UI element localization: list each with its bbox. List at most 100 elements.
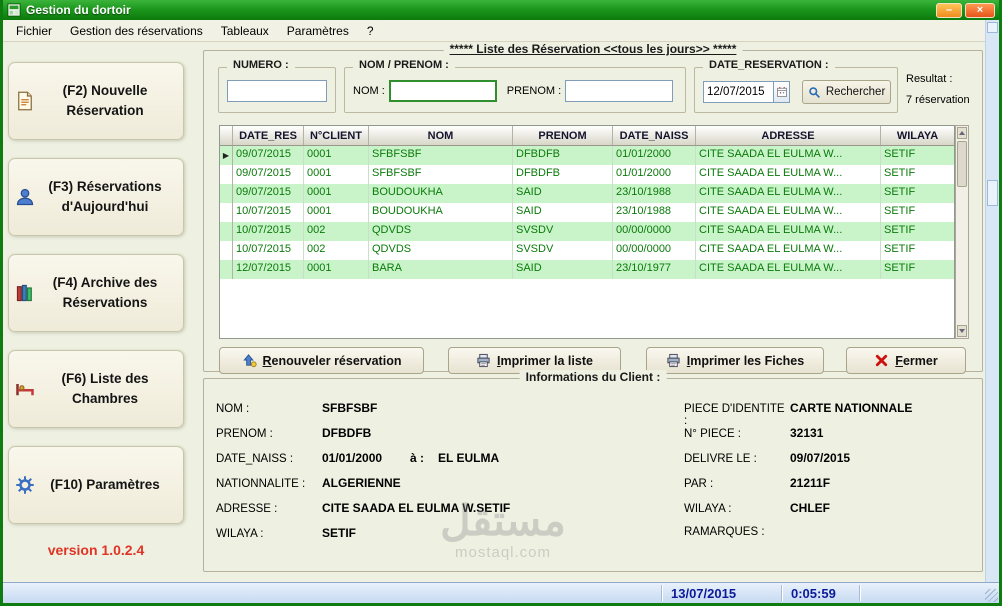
table-cell: SETIF bbox=[884, 205, 916, 217]
menu-item-fichier[interactable]: Fichier bbox=[7, 21, 61, 41]
table-row[interactable]: 10/07/2015 002 QDVDS SVSDV 00/00/0000 CITE SA… bbox=[220, 241, 954, 260]
table-cell: 00/00/0000 bbox=[613, 222, 696, 241]
sidebar-buttons: (F2) Nouvelle Réservation (F3) Réservatio… bbox=[8, 62, 184, 524]
table-cell: SVSDV bbox=[513, 241, 613, 260]
column-header-wilaya[interactable]: WILAYA bbox=[881, 126, 954, 145]
column-header-prenom[interactable]: PRENOM bbox=[513, 126, 613, 145]
date-input[interactable] bbox=[703, 81, 773, 103]
numero-input[interactable] bbox=[227, 80, 327, 102]
form-scrollbar-thumb[interactable] bbox=[987, 180, 998, 206]
table-cell: QDVDS bbox=[369, 222, 513, 241]
f2-nouvelle-reservation-button[interactable]: (F2) Nouvelle Réservation bbox=[8, 62, 184, 140]
table-row[interactable]: 09/07/2015 0001 BOUDOUKHA SAID 23/10/1988 CIT… bbox=[220, 184, 954, 203]
f6-liste-chambres-button[interactable]: (F6) Liste des Chambres bbox=[8, 350, 184, 428]
scrollbar-thumb[interactable] bbox=[957, 141, 967, 187]
table-row[interactable]: 10/07/2015 0001 BOUDOUKHA SAID 23/10/1988 CIT… bbox=[220, 203, 954, 222]
table-header-gutter bbox=[220, 126, 233, 145]
f3-reservations-aujourdhui-button[interactable]: (F3) Réservations d'Aujourd'hui bbox=[8, 158, 184, 236]
client-info-group: Informations du Client : NOM : SFBFSBF PRE… bbox=[203, 370, 983, 572]
table-row[interactable]: 10/07/2015 002 QDVDS SVSDV 00/00/0000 CITE SA… bbox=[220, 222, 954, 241]
table-cell: SETIF bbox=[884, 167, 916, 179]
table-cell: 01/01/2000 bbox=[613, 146, 696, 165]
table-cell: 0001 bbox=[304, 203, 369, 222]
table-cell: CITE SAADA EL EULMA W... bbox=[696, 146, 881, 165]
scroll-up-arrow-icon[interactable] bbox=[957, 127, 967, 139]
fermer-button[interactable]: Fermer bbox=[846, 347, 966, 374]
action-button-label: Imprimer les Fiches bbox=[686, 353, 805, 368]
row-indicator: ▶ bbox=[220, 146, 233, 165]
client-info-row: PIECE D'IDENTITE : CARTE NATIONNALE bbox=[684, 401, 976, 427]
table-row[interactable]: ▶ 09/07/2015 0001 SFBFSBF DFBDFB 01/01/2000 CI… bbox=[220, 146, 954, 165]
client-info-row: NATIONNALITE : ALGERIENNE bbox=[216, 476, 678, 501]
renouveler-reservation-button[interactable]: Renouveler réservation bbox=[219, 347, 424, 374]
menu-item-tableaux[interactable]: Tableaux bbox=[212, 21, 278, 41]
archive-icon bbox=[15, 283, 35, 303]
renew-icon bbox=[242, 353, 257, 368]
nom-prenom-group-caption: NOM / PRENOM : bbox=[353, 59, 455, 71]
client-field-value: SFBFSBF bbox=[322, 401, 378, 415]
menu-item-item[interactable]: ? bbox=[358, 21, 383, 41]
calendar-icon bbox=[776, 86, 788, 98]
numero-group: NUMERO : bbox=[218, 59, 336, 113]
resize-grip[interactable] bbox=[985, 589, 998, 602]
imprimer-fiches-button[interactable]: Imprimer les Fiches bbox=[646, 347, 824, 374]
table-cell: SFBFSBF bbox=[369, 146, 513, 165]
column-header-n-client[interactable]: N°CLIENT bbox=[304, 126, 369, 145]
table-cell: CITE SAADA EL EULMA W... bbox=[696, 260, 881, 279]
rechercher-button[interactable]: Rechercher bbox=[802, 80, 891, 104]
menu-item-param-tres[interactable]: Paramètres bbox=[278, 21, 358, 41]
table-cell: SETIF bbox=[884, 243, 916, 255]
client-field-label: NATIONNALITE : bbox=[216, 478, 306, 490]
rechercher-label: Rechercher bbox=[825, 86, 886, 98]
table-cell: 23/10/1988 bbox=[613, 184, 696, 203]
window-controls: – × bbox=[936, 2, 995, 18]
table-cell: SAID bbox=[513, 184, 613, 203]
nom-input[interactable] bbox=[388, 80, 497, 102]
client-info-right: PIECE D'IDENTITE : CARTE NATIONNALE N° PIE… bbox=[684, 401, 976, 551]
table-cell: 002 bbox=[304, 241, 369, 260]
prenom-input[interactable] bbox=[565, 80, 674, 102]
date-reservation-group: DATE_RESERVATION : Rechercher bbox=[694, 59, 898, 113]
row-indicator bbox=[220, 184, 233, 203]
app-icon bbox=[7, 3, 21, 17]
column-header-date-res[interactable]: DATE_RES bbox=[233, 126, 304, 145]
table-cell: QDVDS bbox=[369, 241, 513, 260]
client-field-value: CARTE NATIONNALE bbox=[790, 401, 913, 415]
table-cell: SAID bbox=[513, 260, 613, 279]
action-button-label: Imprimer la liste bbox=[497, 353, 593, 368]
minimize-button[interactable]: – bbox=[936, 2, 962, 18]
table-cell: 00/00/0000 bbox=[613, 241, 696, 260]
client-field-value: 32131 bbox=[790, 426, 824, 440]
close-button[interactable]: × bbox=[965, 2, 995, 18]
client-field-label: DATE_NAISS : bbox=[216, 453, 294, 465]
column-header-date-naiss[interactable]: DATE_NAISS bbox=[613, 126, 696, 145]
table-scrollbar[interactable] bbox=[955, 125, 969, 339]
person-icon bbox=[15, 187, 35, 207]
form-scrollbar[interactable] bbox=[985, 20, 999, 582]
client-info-row: PAR : 21211F bbox=[684, 476, 976, 501]
result-panel: Resultat : 7 réservation bbox=[906, 73, 982, 106]
column-header-nom[interactable]: NOM bbox=[369, 126, 513, 145]
f10-parametres-button[interactable]: (F10) Paramètres bbox=[8, 446, 184, 524]
client-field-value: 01/01/2000 bbox=[322, 451, 383, 465]
table-row[interactable]: 12/07/2015 0001 BARA SAID 23/10/1977 CITE SAA… bbox=[220, 260, 954, 279]
menubar: Fichier Gestion des réservations Tableaux P… bbox=[3, 20, 999, 42]
table-cell: 002 bbox=[304, 222, 369, 241]
f4-archive-reservations-button[interactable]: (F4) Archive des Réservations bbox=[8, 254, 184, 332]
numero-group-caption: NUMERO : bbox=[227, 59, 295, 71]
client-info-row: PRENOM : DFBDFB bbox=[216, 426, 678, 451]
table-cell: 0001 bbox=[304, 165, 369, 184]
statusbar-time: 0:05:59 bbox=[791, 586, 836, 601]
menu-item-gestion-des-r-servations[interactable]: Gestion des réservations bbox=[61, 21, 212, 41]
column-header-adresse[interactable]: ADRESSE bbox=[696, 126, 881, 145]
client-field-value: EL EULMA bbox=[438, 451, 500, 465]
table-row[interactable]: 09/07/2015 0001 SFBFSBF DFBDFB 01/01/2000 CIT… bbox=[220, 165, 954, 184]
calendar-dropdown-button[interactable] bbox=[773, 81, 791, 103]
side-button-label: (F10) Paramètres bbox=[50, 476, 160, 492]
sidebar: (F2) Nouvelle Réservation (F3) Réservatio… bbox=[8, 62, 184, 558]
client-field-label: WILAYA : bbox=[216, 528, 264, 540]
scroll-down-arrow-icon[interactable] bbox=[957, 325, 967, 337]
table-cell: SVSDV bbox=[513, 222, 613, 241]
table-cell: SETIF bbox=[884, 262, 916, 274]
form-scroll-up-button[interactable] bbox=[987, 22, 998, 33]
